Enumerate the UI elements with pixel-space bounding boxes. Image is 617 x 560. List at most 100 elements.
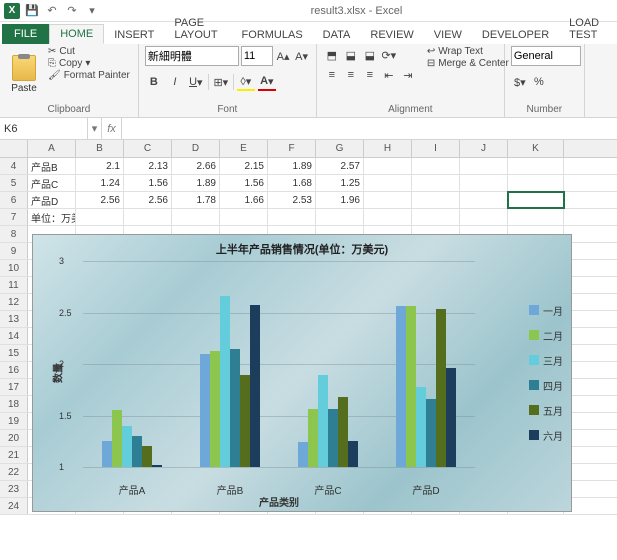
col-header-A[interactable]: A xyxy=(28,140,76,157)
cell-E6[interactable]: 1.66 xyxy=(220,192,268,208)
row-header-21[interactable]: 21 xyxy=(0,447,28,463)
tab-page-layout[interactable]: PAGE LAYOUT xyxy=(164,14,231,44)
col-header-I[interactable]: I xyxy=(412,140,460,157)
cell-E7[interactable] xyxy=(220,209,268,225)
copy-button[interactable]: ⎘Copy ▾ xyxy=(46,58,132,69)
cell-C7[interactable] xyxy=(124,209,172,225)
row-header-9[interactable]: 9 xyxy=(0,243,28,259)
align-left-icon[interactable]: ≡ xyxy=(323,66,341,84)
row-header-22[interactable]: 22 xyxy=(0,464,28,480)
cell-J4[interactable] xyxy=(460,158,508,174)
cell-B7[interactable] xyxy=(76,209,124,225)
row-header-19[interactable]: 19 xyxy=(0,413,28,429)
cell-H6[interactable] xyxy=(364,192,412,208)
col-header-J[interactable]: J xyxy=(460,140,508,157)
cell-H5[interactable] xyxy=(364,175,412,191)
cell-A4[interactable]: 产品B xyxy=(28,158,76,174)
number-format-combo[interactable] xyxy=(511,46,581,66)
cell-E4[interactable]: 2.15 xyxy=(220,158,268,174)
font-color-button[interactable]: A▾ xyxy=(258,73,276,91)
embedded-chart[interactable]: 上半年产品销售情况(单位：万美元) 数量 11.522.53产品A产品B产品C产… xyxy=(32,234,572,512)
cell-I7[interactable] xyxy=(412,209,460,225)
cell-J7[interactable] xyxy=(460,209,508,225)
row-header-6[interactable]: 6 xyxy=(0,192,28,208)
cell-E5[interactable]: 1.56 xyxy=(220,175,268,191)
row-header-5[interactable]: 5 xyxy=(0,175,28,191)
name-box-dropdown-icon[interactable]: ▾ xyxy=(88,118,102,139)
cell-G5[interactable]: 1.25 xyxy=(316,175,364,191)
name-box[interactable]: K6 xyxy=(0,118,88,139)
cut-button[interactable]: ✂Cut xyxy=(46,46,132,57)
cell-I4[interactable] xyxy=(412,158,460,174)
cell-H4[interactable] xyxy=(364,158,412,174)
font-name-combo[interactable] xyxy=(145,46,239,66)
qat-dropdown-icon[interactable]: ▾ xyxy=(84,3,100,19)
col-header-K[interactable]: K xyxy=(508,140,564,157)
row-header-23[interactable]: 23 xyxy=(0,481,28,497)
cell-F7[interactable] xyxy=(268,209,316,225)
align-right-icon[interactable]: ≡ xyxy=(361,66,379,84)
tab-developer[interactable]: DEVELOPER xyxy=(472,26,559,44)
cell-I6[interactable] xyxy=(412,192,460,208)
cell-B4[interactable]: 2.1 xyxy=(76,158,124,174)
cell-C6[interactable]: 2.56 xyxy=(124,192,172,208)
fill-color-button[interactable]: ◊▾ xyxy=(237,73,255,91)
tab-review[interactable]: REVIEW xyxy=(360,26,423,44)
cell-A6[interactable]: 产品D xyxy=(28,192,76,208)
cell-D6[interactable]: 1.78 xyxy=(172,192,220,208)
row-header-17[interactable]: 17 xyxy=(0,379,28,395)
fx-icon[interactable]: fx xyxy=(102,118,122,139)
col-header-G[interactable]: G xyxy=(316,140,364,157)
cell-J5[interactable] xyxy=(460,175,508,191)
cell-F4[interactable]: 1.89 xyxy=(268,158,316,174)
row-header-10[interactable]: 10 xyxy=(0,260,28,276)
cell-D5[interactable]: 1.89 xyxy=(172,175,220,191)
row-header-16[interactable]: 16 xyxy=(0,362,28,378)
row-header-12[interactable]: 12 xyxy=(0,294,28,310)
cell-J6[interactable] xyxy=(460,192,508,208)
currency-icon[interactable]: $▾ xyxy=(511,73,529,91)
cell-G4[interactable]: 2.57 xyxy=(316,158,364,174)
col-header-C[interactable]: C xyxy=(124,140,172,157)
row-header-14[interactable]: 14 xyxy=(0,328,28,344)
orientation-icon[interactable]: ⟳▾ xyxy=(380,46,398,64)
cell-I5[interactable] xyxy=(412,175,460,191)
cell-D7[interactable] xyxy=(172,209,220,225)
align-bottom-icon[interactable]: ⬓ xyxy=(361,46,379,64)
row-header-13[interactable]: 13 xyxy=(0,311,28,327)
align-top-icon[interactable]: ⬒ xyxy=(323,46,341,64)
bold-button[interactable]: B xyxy=(145,73,163,91)
col-header-F[interactable]: F xyxy=(268,140,316,157)
tab-insert[interactable]: INSERT xyxy=(104,26,164,44)
cell-D4[interactable]: 2.66 xyxy=(172,158,220,174)
underline-button[interactable]: U▾ xyxy=(187,73,205,91)
select-all-corner[interactable] xyxy=(0,140,28,157)
increase-indent-icon[interactable]: ⇥ xyxy=(399,66,417,84)
cell-G7[interactable] xyxy=(316,209,364,225)
decrease-font-icon[interactable]: A▾ xyxy=(293,47,310,65)
row-header-4[interactable]: 4 xyxy=(0,158,28,174)
italic-button[interactable]: I xyxy=(166,73,184,91)
font-size-combo[interactable] xyxy=(241,46,273,66)
save-icon[interactable]: 💾 xyxy=(24,3,40,19)
format-painter-button[interactable]: 🖌Format Painter xyxy=(46,70,132,81)
cell-B5[interactable]: 1.24 xyxy=(76,175,124,191)
tab-home[interactable]: HOME xyxy=(49,24,104,44)
cell-K7[interactable] xyxy=(508,209,564,225)
cell-F5[interactable]: 1.68 xyxy=(268,175,316,191)
row-header-15[interactable]: 15 xyxy=(0,345,28,361)
cell-K4[interactable] xyxy=(508,158,564,174)
row-header-11[interactable]: 11 xyxy=(0,277,28,293)
col-header-B[interactable]: B xyxy=(76,140,124,157)
cell-B6[interactable]: 2.56 xyxy=(76,192,124,208)
row-header-8[interactable]: 8 xyxy=(0,226,28,242)
tab-data[interactable]: DATA xyxy=(313,26,361,44)
row-header-18[interactable]: 18 xyxy=(0,396,28,412)
increase-font-icon[interactable]: A▴ xyxy=(275,47,292,65)
border-button[interactable]: ⊞▾ xyxy=(212,73,230,91)
col-header-E[interactable]: E xyxy=(220,140,268,157)
cell-K5[interactable] xyxy=(508,175,564,191)
cell-A7[interactable]: 单位：万美元） xyxy=(28,209,76,225)
tab-view[interactable]: VIEW xyxy=(424,26,472,44)
row-header-7[interactable]: 7 xyxy=(0,209,28,225)
